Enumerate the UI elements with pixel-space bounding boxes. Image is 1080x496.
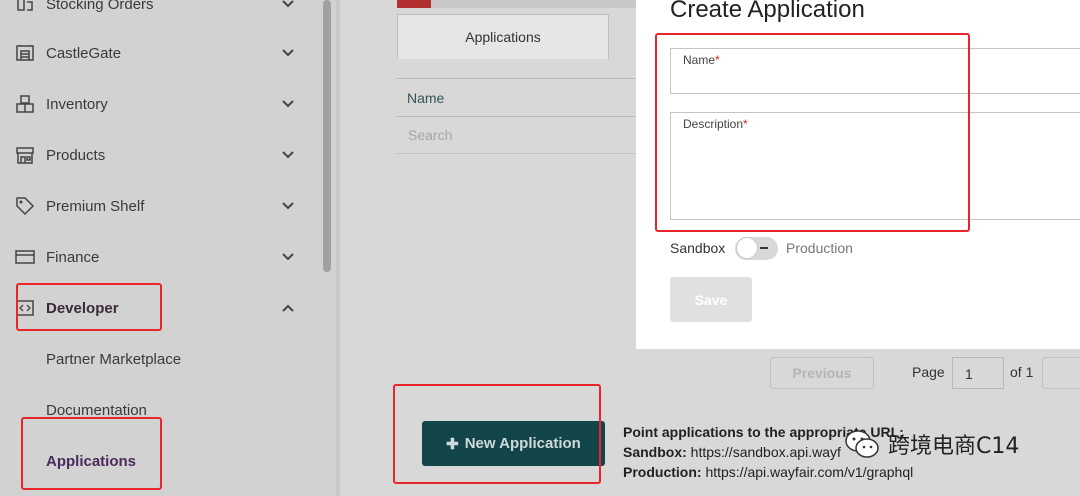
sidebar-item-label: Products — [46, 146, 106, 164]
sidebar-subitem-partner-marketplace[interactable]: Partner Marketplace — [46, 351, 181, 368]
sidebar-scrollbar[interactable] — [323, 0, 331, 272]
highlight-box — [16, 283, 162, 331]
sidebar-item-label: CastleGate — [46, 44, 122, 62]
chevron-down-icon — [282, 0, 294, 8]
previous-button[interactable]: Previous — [770, 357, 874, 389]
sidebar-item-label: Inventory — [46, 95, 108, 113]
highlight-box — [21, 417, 162, 490]
production-url: https://api.wayfair.com/v1/graphql — [705, 464, 914, 480]
main-divider — [336, 0, 340, 496]
sidebar-item-inventory[interactable]: Inventory — [0, 84, 310, 124]
top-strip — [397, 0, 637, 8]
sidebar-item-label: Finance — [46, 248, 100, 266]
chevron-down-icon — [282, 100, 294, 108]
sandbox-url: https://sandbox.api.wayf — [690, 444, 841, 460]
sidebar-item-label: Premium Shelf — [46, 197, 145, 215]
sidebar-item-finance[interactable]: Finance — [0, 237, 310, 277]
sidebar-item-stocking-orders[interactable]: Stocking Orders — [0, 0, 310, 24]
tag-icon — [14, 195, 36, 217]
page-label: Page — [912, 364, 945, 380]
highlight-box — [393, 384, 601, 484]
production-label: Production — [786, 240, 853, 256]
next-button[interactable] — [1042, 357, 1080, 389]
production-url-label: Production: — [623, 464, 702, 480]
credit-card-icon — [14, 246, 36, 268]
page-number-input[interactable]: 1 — [952, 357, 1004, 389]
sidebar-item-products[interactable]: Products — [0, 135, 310, 175]
sidebar-item-premium-shelf[interactable]: Premium Shelf — [0, 186, 310, 226]
page-count-label: of 1 — [1010, 364, 1034, 380]
highlight-box — [655, 33, 970, 232]
top-strip-accent — [397, 0, 431, 8]
watermark-text: 跨境电商C14 — [888, 434, 1020, 459]
chevron-down-icon — [282, 253, 294, 261]
chevron-down-icon — [282, 151, 294, 159]
storefront-icon — [14, 144, 36, 166]
divider — [396, 116, 641, 117]
watermark: 跨境电商C14 — [842, 424, 1019, 464]
tab-applications[interactable]: Applications — [397, 14, 609, 59]
sandbox-url-label: Sandbox: — [623, 444, 687, 460]
search-input[interactable]: Search — [408, 127, 452, 143]
save-button[interactable]: Save — [670, 277, 752, 322]
stocking-orders-icon — [14, 0, 36, 15]
sidebar-item-label: Stocking Orders — [46, 0, 154, 13]
wechat-icon — [845, 430, 879, 458]
chevron-down-icon — [282, 202, 294, 210]
chevron-up-icon — [282, 304, 294, 312]
toggle-minus-icon — [760, 247, 768, 249]
sandbox-label: Sandbox — [670, 240, 726, 256]
toggle-knob[interactable] — [736, 237, 758, 259]
sidebar-item-castlegate[interactable]: CastleGate — [0, 33, 310, 73]
modal-title: Create Application — [670, 0, 865, 23]
divider — [396, 153, 641, 154]
chevron-down-icon — [282, 49, 294, 57]
warehouse-icon — [14, 42, 36, 64]
boxes-icon — [14, 93, 36, 115]
column-header-name[interactable]: Name — [407, 90, 444, 106]
